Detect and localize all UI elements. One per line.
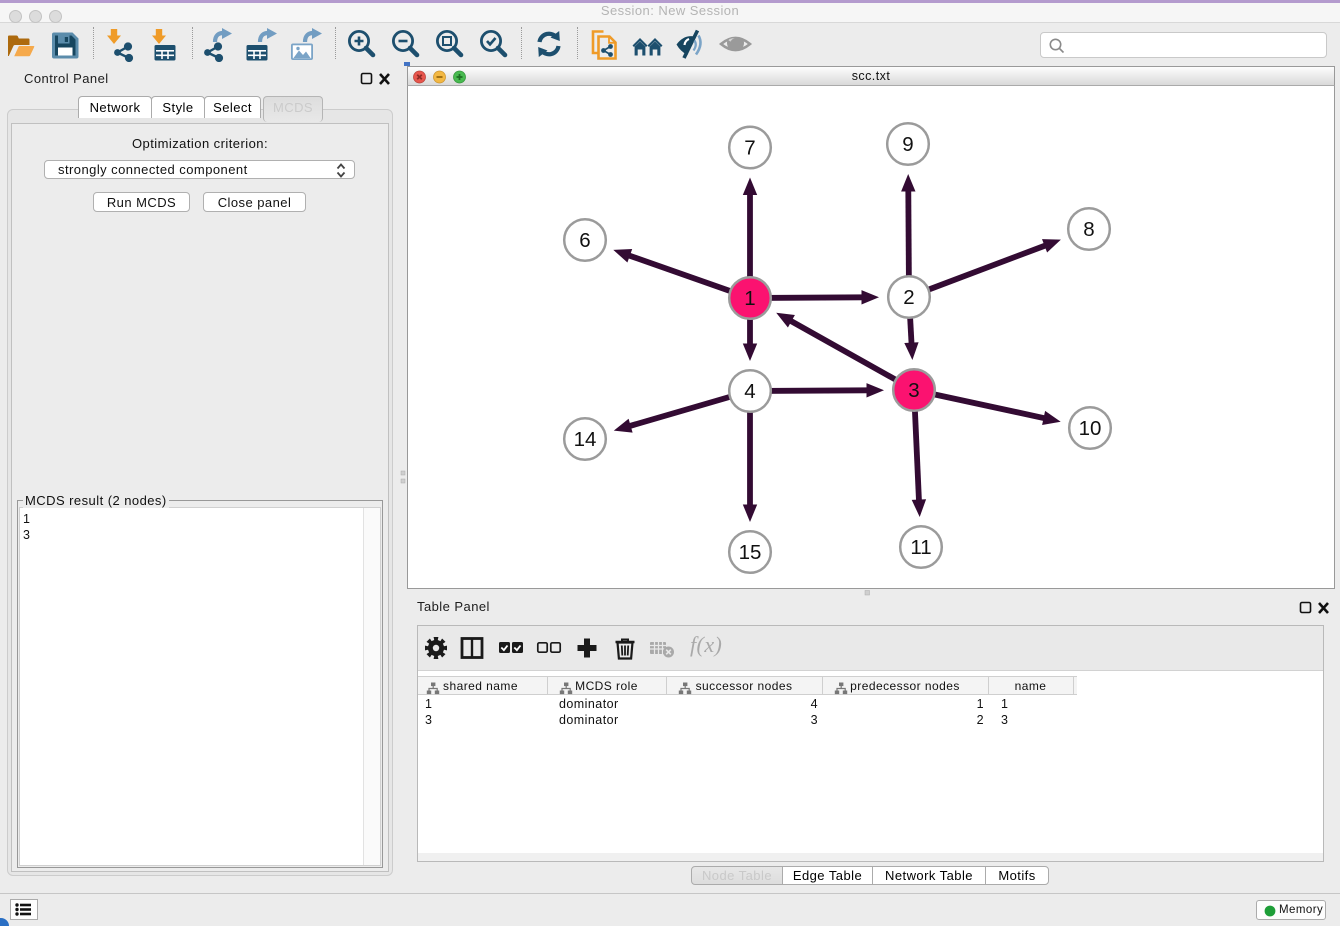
svg-text:7: 7 bbox=[744, 137, 755, 160]
svg-text:8: 8 bbox=[1083, 218, 1094, 241]
svg-text:14: 14 bbox=[574, 428, 597, 451]
svg-text:3: 3 bbox=[908, 379, 919, 402]
svg-text:15: 15 bbox=[739, 541, 762, 564]
svg-text:10: 10 bbox=[1079, 417, 1102, 440]
svg-text:1: 1 bbox=[744, 287, 755, 310]
svg-text:2: 2 bbox=[903, 286, 914, 309]
svg-text:6: 6 bbox=[579, 229, 590, 252]
svg-text:4: 4 bbox=[744, 380, 755, 403]
svg-text:9: 9 bbox=[902, 133, 913, 156]
svg-text:11: 11 bbox=[910, 536, 931, 559]
